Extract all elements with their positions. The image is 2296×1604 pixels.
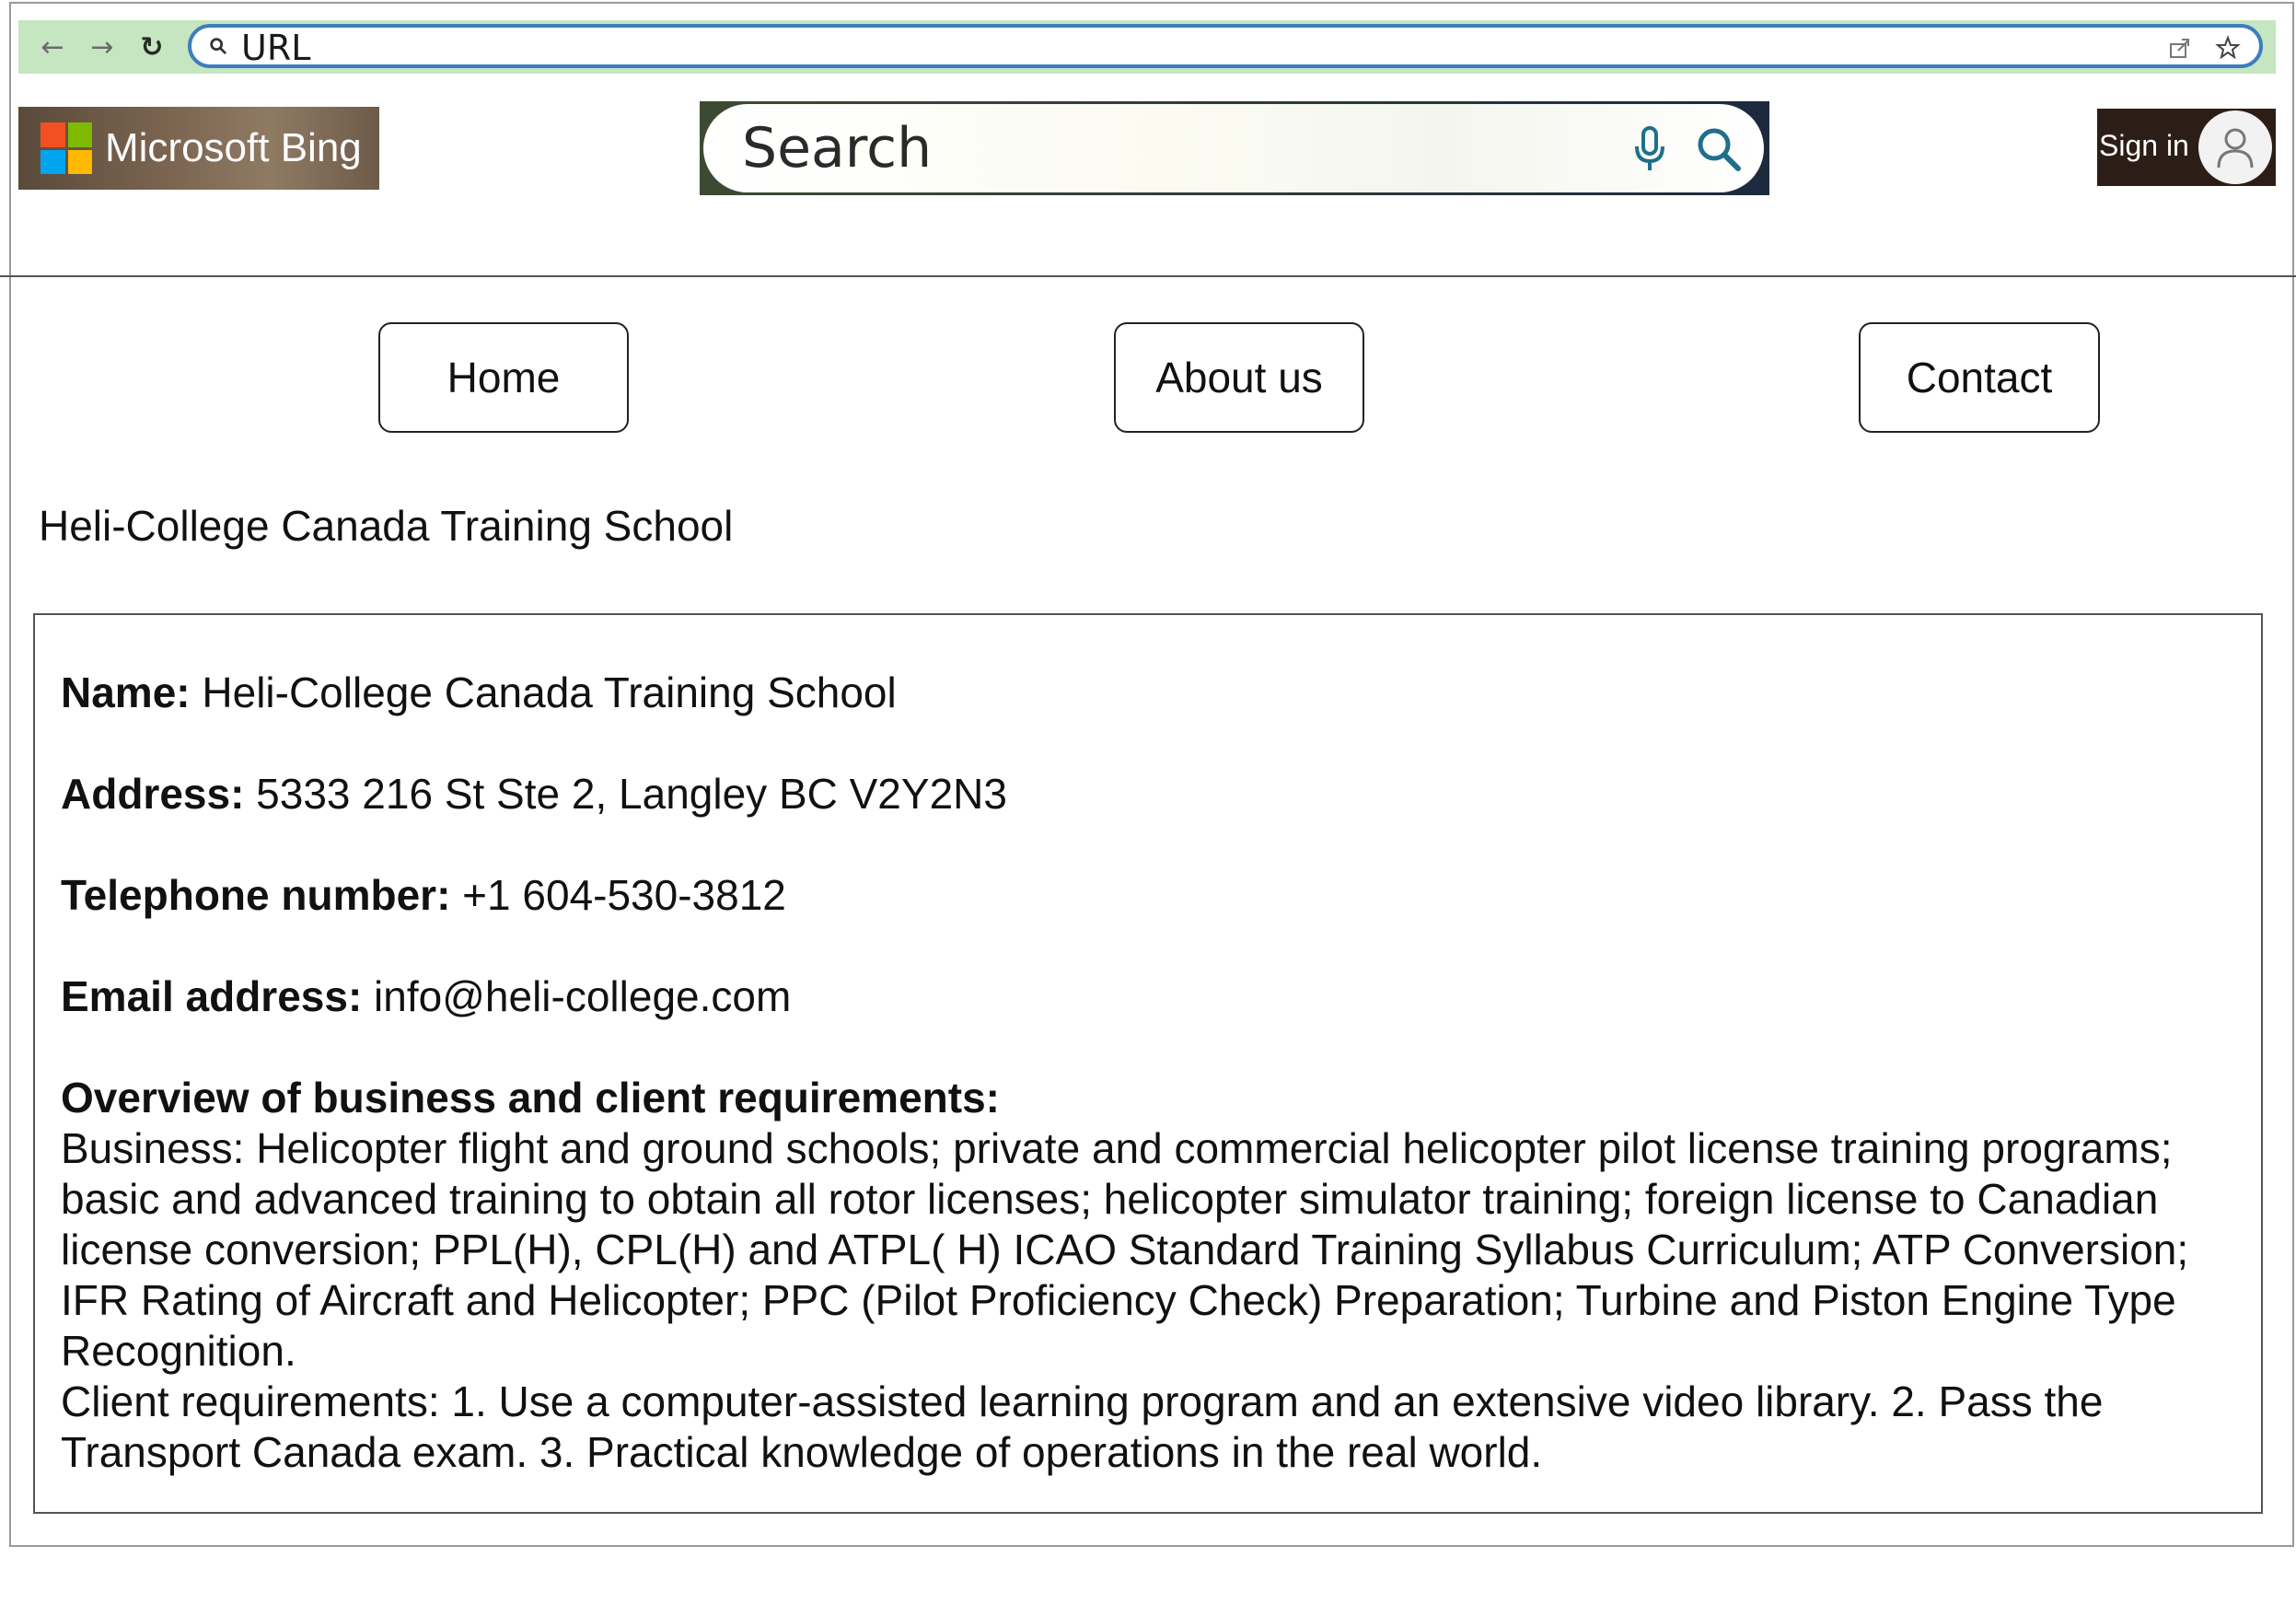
header-divider bbox=[0, 275, 2296, 277]
phone-label: Telephone number: bbox=[61, 871, 451, 919]
share-icon[interactable] bbox=[2167, 35, 2193, 61]
name-row: Name: Heli-College Canada Training Schoo… bbox=[61, 667, 897, 718]
about-us-button[interactable]: About us bbox=[1114, 322, 1364, 433]
phone-row: Telephone number: +1 604-530-3812 bbox=[61, 869, 786, 921]
name-value: Heli-College Canada Training School bbox=[202, 668, 897, 716]
search-icon bbox=[210, 38, 226, 54]
bing-logo[interactable]: Microsoft Bing bbox=[18, 107, 379, 190]
email-value: info@heli-college.com bbox=[374, 972, 792, 1020]
sign-in-label: Sign in bbox=[2099, 129, 2189, 162]
star-icon[interactable] bbox=[2215, 35, 2241, 61]
page-title: Heli-College Canada Training School bbox=[39, 502, 734, 550]
address-value: 5333 216 St Ste 2, Langley BC V2Y2N3 bbox=[256, 770, 1007, 818]
search-icon[interactable] bbox=[1694, 124, 1744, 174]
email-label: Email address: bbox=[61, 972, 363, 1020]
sign-in-button[interactable]: Sign in bbox=[2097, 109, 2276, 186]
business-text: Business: Helicopter flight and ground s… bbox=[61, 1124, 2189, 1375]
reload-icon[interactable]: ↻ bbox=[131, 20, 173, 74]
avatar bbox=[2198, 110, 2272, 184]
bing-logo-text: Microsoft Bing bbox=[105, 125, 362, 170]
url-text: URL bbox=[241, 28, 311, 68]
address-label: Address: bbox=[61, 770, 245, 818]
info-card: Name: Heli-College Canada Training Schoo… bbox=[33, 613, 2263, 1514]
arrow-right-icon[interactable]: → bbox=[81, 20, 123, 74]
search-input[interactable]: Search bbox=[742, 117, 932, 180]
home-button[interactable]: Home bbox=[378, 322, 629, 433]
user-icon bbox=[2217, 128, 2254, 169]
contact-button[interactable]: Contact bbox=[1859, 322, 2100, 433]
overview-body: Business: Helicopter flight and ground s… bbox=[61, 1123, 2244, 1478]
email-row: Email address: info@heli-college.com bbox=[61, 971, 791, 1022]
arrow-left-icon[interactable]: ← bbox=[31, 20, 74, 74]
microsoft-logo-icon bbox=[41, 122, 92, 174]
name-label: Name: bbox=[61, 668, 191, 716]
overview-title: Overview of business and client requirem… bbox=[61, 1074, 1000, 1122]
phone-value: +1 604-530-3812 bbox=[462, 871, 786, 919]
address-row: Address: 5333 216 St Ste 2, Langley BC V… bbox=[61, 768, 1007, 819]
microphone-icon[interactable] bbox=[1631, 124, 1668, 174]
bing-search-box[interactable]: Search bbox=[700, 101, 1769, 195]
client-requirements-text: Client requirements: 1. Use a computer-a… bbox=[61, 1377, 2104, 1476]
url-input[interactable]: URL bbox=[188, 24, 2263, 68]
